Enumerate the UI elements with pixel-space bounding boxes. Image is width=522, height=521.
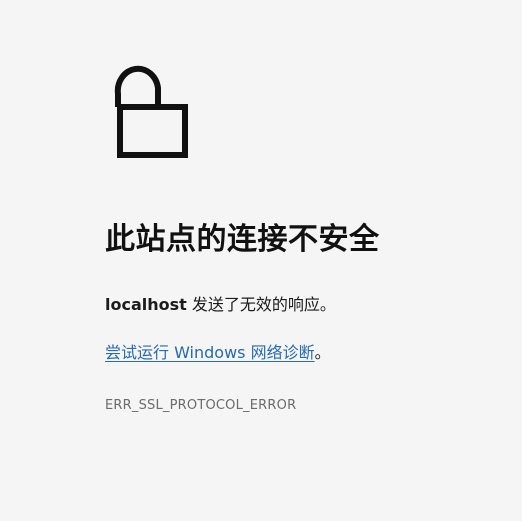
network-diagnostics-link[interactable]: 尝试运行 Windows 网络诊断	[105, 343, 315, 362]
diagnostics-line: 尝试运行 Windows 网络诊断。	[105, 341, 331, 365]
error-message-text: 发送了无效的响应。	[186, 295, 336, 314]
page-title: 此站点的连接不安全	[105, 222, 380, 257]
error-message: localhost 发送了无效的响应。	[105, 293, 336, 317]
unlocked-padlock-icon	[114, 65, 188, 158]
error-code: ERR_SSL_PROTOCOL_ERROR	[105, 398, 297, 413]
diagnostics-suffix: 。	[314, 343, 331, 362]
host-name: localhost	[105, 295, 187, 314]
